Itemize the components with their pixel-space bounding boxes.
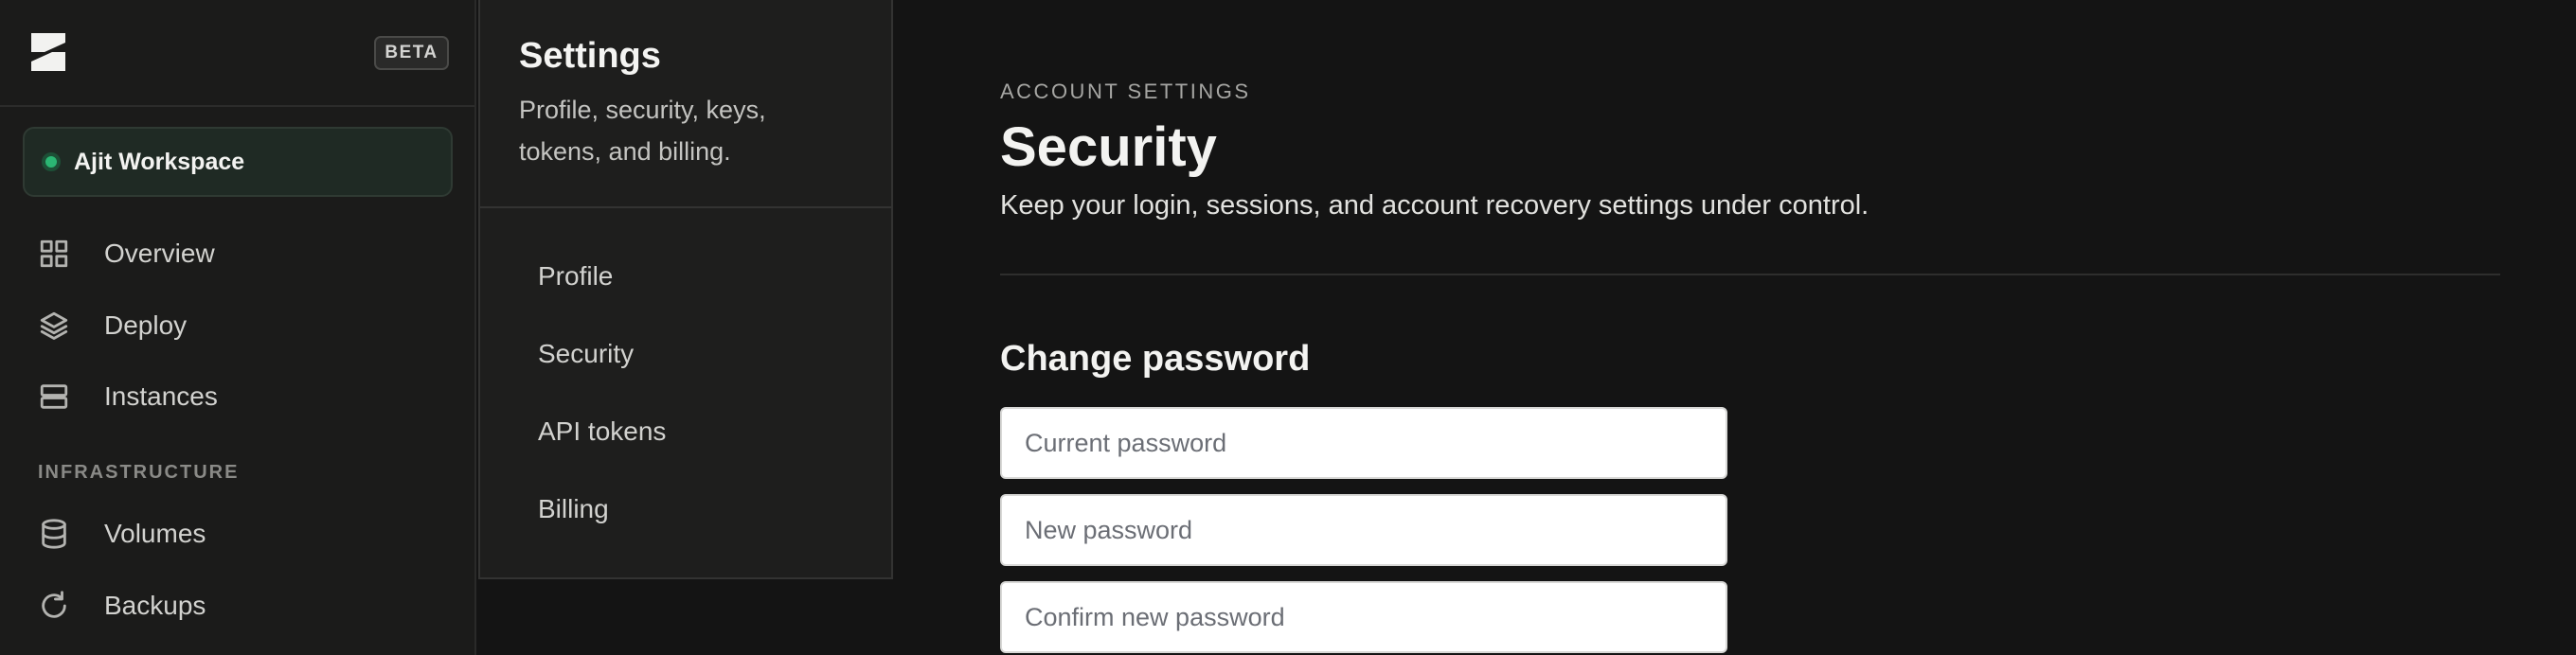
settings-link-profile[interactable]: Profile	[538, 261, 613, 292]
app-root: BETA Ajit Workspace Overview Deploy Inst…	[0, 0, 2576, 655]
change-password-title: Change password	[1000, 339, 1311, 379]
sidebar: BETA Ajit Workspace Overview Deploy Inst…	[0, 0, 476, 655]
workspace-status-dot	[42, 152, 61, 171]
settings-panel-header: Settings Profile, security, keys, tokens…	[480, 0, 891, 208]
settings-link-api-tokens[interactable]: API tokens	[538, 416, 666, 447]
settings-link-billing[interactable]: Billing	[538, 494, 609, 524]
page-description: Keep your login, sessions, and account r…	[1000, 190, 1869, 221]
page-title: Security	[1000, 116, 1217, 178]
sidebar-item-overview[interactable]: Overview	[38, 226, 455, 281]
workspace-name: Ajit Workspace	[74, 148, 245, 175]
sidebar-item-volumes[interactable]: Volumes	[38, 506, 455, 561]
sidebar-item-backups[interactable]: Backups	[38, 578, 455, 633]
new-password-field[interactable]	[1000, 494, 1727, 566]
sidebar-item-label: Volumes	[104, 519, 206, 548]
current-password-field[interactable]	[1000, 407, 1727, 479]
main-content: ACCOUNT SETTINGS Security Keep your logi…	[895, 0, 2576, 655]
settings-title: Settings	[519, 36, 661, 76]
section-divider	[1000, 274, 2500, 275]
grid-icon	[38, 238, 70, 270]
database-icon	[38, 518, 70, 550]
sidebar-item-label: Backups	[104, 591, 206, 620]
logo-icon[interactable]	[26, 29, 71, 75]
sidebar-item-instances[interactable]: Instances	[38, 369, 455, 424]
server-icon	[38, 381, 70, 413]
beta-badge: BETA	[374, 36, 449, 70]
sidebar-item-label: Overview	[104, 239, 215, 268]
settings-subtitle: Profile, security, keys, tokens, and bil…	[519, 96, 766, 166]
confirm-password-field[interactable]	[1000, 581, 1727, 653]
sidebar-item-label: Instances	[104, 381, 218, 411]
settings-link-security[interactable]: Security	[538, 339, 634, 369]
sidebar-section-label: INFRASTRUCTURE	[38, 462, 240, 483]
refresh-icon	[38, 590, 70, 622]
settings-panel: Settings Profile, security, keys, tokens…	[478, 0, 893, 579]
page-eyebrow: ACCOUNT SETTINGS	[1000, 80, 1251, 103]
sidebar-item-deploy[interactable]: Deploy	[38, 298, 455, 353]
sidebar-header: BETA	[0, 0, 474, 107]
workspace-switcher[interactable]: Ajit Workspace	[23, 127, 453, 197]
sidebar-item-label: Deploy	[104, 310, 188, 340]
layers-icon	[38, 310, 70, 342]
